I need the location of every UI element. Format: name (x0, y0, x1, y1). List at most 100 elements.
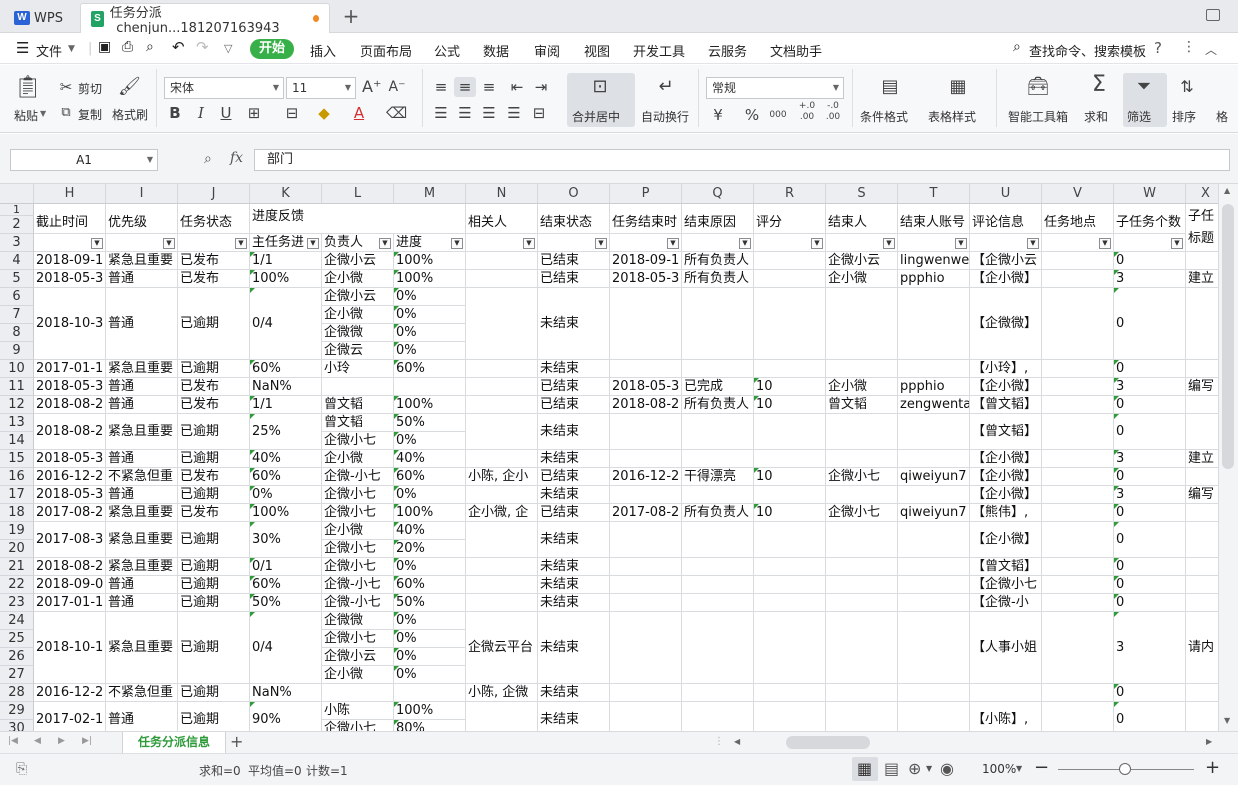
cell-x23[interactable] (1186, 594, 1218, 612)
cell-x28[interactable] (1186, 684, 1218, 702)
cell-v23[interactable] (1042, 594, 1114, 612)
cell-p16[interactable]: 2016-12-2 (610, 468, 682, 486)
cell-v5[interactable] (1042, 270, 1114, 288)
cell-t23[interactable] (898, 594, 970, 612)
column-header-u[interactable]: U (970, 184, 1042, 204)
cell-q12[interactable]: 所有负责人 (682, 396, 754, 414)
cell-q10[interactable] (682, 360, 754, 378)
horizontal-scroll-thumb[interactable] (786, 736, 870, 749)
cell-l20[interactable]: 企微小七 (322, 540, 394, 558)
cell-o10[interactable]: 未结束 (538, 360, 610, 378)
cell-s15[interactable] (826, 450, 898, 468)
cell-m28[interactable] (394, 684, 466, 702)
cell-h6[interactable]: 2018-10-3 (34, 288, 106, 360)
collapse-ribbon-icon[interactable]: ︿ (1205, 41, 1217, 58)
filter-dropdown-icon[interactable]: ▼ (91, 238, 103, 249)
cell-t11[interactable]: ppphio (898, 378, 970, 396)
cell-x19[interactable] (1186, 522, 1218, 558)
cell-t13[interactable] (898, 414, 970, 450)
cell-x15[interactable]: 建立 (1186, 450, 1218, 468)
cell-p24[interactable] (610, 612, 682, 684)
cell-n12[interactable] (466, 396, 538, 414)
scissors-icon[interactable]: ✂ (58, 77, 74, 97)
cell-r12[interactable]: 10 (754, 396, 826, 414)
zoom-slider-thumb[interactable] (1119, 763, 1131, 775)
cell-n21[interactable] (466, 558, 538, 576)
row-header-22[interactable]: 22 (0, 576, 34, 594)
filter-dropdown-icon[interactable]: ▼ (955, 238, 967, 249)
cell-l6[interactable]: 企微小云 (322, 288, 394, 306)
sheet-tab-task-assign[interactable]: 任务分派信息 (122, 732, 226, 754)
cell-t12[interactable]: zengwenta (898, 396, 970, 414)
macro-record-icon[interactable]: ⎘ (16, 761, 27, 777)
smart-toolbox-button[interactable]: 智能工具箱 (1008, 108, 1068, 125)
cell-r19[interactable] (754, 522, 826, 558)
cell-t28[interactable] (898, 684, 970, 702)
sort-icon[interactable]: ⇅ (1174, 77, 1200, 97)
fill-color-icon[interactable]: ◆ (314, 103, 334, 123)
menu-insert[interactable]: 插入 (310, 41, 336, 60)
row-header-10[interactable]: 10 (0, 360, 34, 378)
cell-j29[interactable]: 已逾期 (178, 702, 250, 731)
filter-dropdown-icon[interactable]: ▼ (1171, 238, 1183, 249)
cell-p10[interactable] (610, 360, 682, 378)
cell-p13[interactable] (610, 414, 682, 450)
menu-page-layout[interactable]: 页面布局 (360, 41, 412, 60)
cell-r23[interactable] (754, 594, 826, 612)
cell-t16[interactable]: qiweiyun7 (898, 468, 970, 486)
cell-s21[interactable] (826, 558, 898, 576)
cell-s22[interactable] (826, 576, 898, 594)
cell-q11[interactable]: 已完成 (682, 378, 754, 396)
help-icon[interactable]: ? (1154, 39, 1162, 57)
cell-q22[interactable] (682, 576, 754, 594)
indent-increase-icon[interactable]: ⇥ (532, 77, 550, 97)
column-header-h[interactable]: H (34, 184, 106, 204)
cell-l8[interactable]: 企微微 (322, 324, 394, 342)
cell-l28[interactable] (322, 684, 394, 702)
cell-w4[interactable]: 0 (1114, 252, 1186, 270)
cell-u4[interactable]: 【企微小云 (970, 252, 1042, 270)
cell-u12[interactable]: 【曾文韬】 (970, 396, 1042, 414)
toolbox-icon[interactable]: 🧰︎ (1024, 77, 1052, 97)
cell-w3[interactable]: ▼ (1114, 234, 1186, 252)
scroll-up-icon[interactable]: ▲ (1224, 186, 1230, 195)
cell-j4[interactable]: 已发布 (178, 252, 250, 270)
column-header-q[interactable]: Q (682, 184, 754, 204)
cell-s10[interactable] (826, 360, 898, 378)
merge-center-icon[interactable]: ⊡ (586, 77, 614, 97)
filter-button[interactable]: 筛选 (1127, 108, 1151, 125)
merge-center-button[interactable]: 合并居中 (572, 108, 620, 125)
print-preview-icon[interactable]: ⌕ (146, 39, 154, 55)
menu-data[interactable]: 数据 (483, 41, 509, 60)
cell-p18[interactable]: 2017-08-2 (610, 504, 682, 522)
cell-s13[interactable] (826, 414, 898, 450)
column-header-j[interactable]: J (178, 184, 250, 204)
table-style-button[interactable]: 表格样式 (928, 108, 976, 125)
cell-t24[interactable] (898, 612, 970, 684)
vertical-scrollbar[interactable]: ▲ ▼ (1218, 184, 1238, 731)
bold-button[interactable]: B (167, 103, 183, 123)
cell-r21[interactable] (754, 558, 826, 576)
vertical-scroll-thumb[interactable] (1222, 204, 1234, 469)
column-header-v[interactable]: V (1042, 184, 1114, 204)
select-all-corner[interactable] (0, 184, 34, 204)
cell-q15[interactable] (682, 450, 754, 468)
menu-doc-assistant[interactable]: 文档助手 (770, 41, 822, 60)
cell-o22[interactable]: 未结束 (538, 576, 610, 594)
cell-j16[interactable]: 已发布 (178, 468, 250, 486)
filter-dropdown-icon[interactable]: ▼ (1027, 238, 1039, 249)
cell-s4[interactable]: 企微小云 (826, 252, 898, 270)
row-header-27[interactable]: 27 (0, 666, 34, 684)
menu-start[interactable]: 开始 (250, 39, 294, 59)
cell-k21[interactable]: 0/1 (250, 558, 322, 576)
cell-s18[interactable]: 企微小七 (826, 504, 898, 522)
cell-o16[interactable]: 已结束 (538, 468, 610, 486)
wrap-text-button[interactable]: 自动换行 (641, 108, 689, 125)
save-icon[interactable]: ▣ (98, 39, 111, 55)
cell-n13[interactable] (466, 414, 538, 450)
cell-n19[interactable] (466, 522, 538, 558)
name-box[interactable]: A1 ▼ (10, 149, 158, 171)
cell-h3[interactable]: ▼ (34, 234, 106, 252)
cell-j18[interactable]: 已发布 (178, 504, 250, 522)
cell-i28[interactable]: 不紧急但重 (106, 684, 178, 702)
